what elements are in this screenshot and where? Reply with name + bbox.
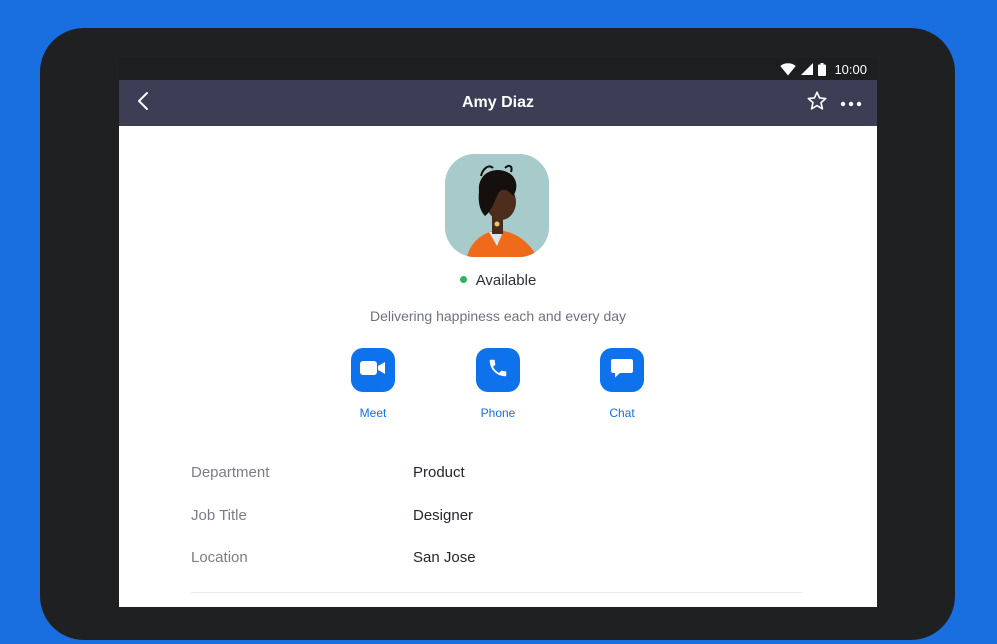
detail-key: Department [191, 464, 270, 481]
detail-row-job-title: Job Title Designer [191, 507, 811, 531]
more-options-button[interactable] [837, 90, 865, 116]
avatar [445, 154, 549, 257]
meet-icon-tile [351, 348, 395, 392]
meet-button[interactable]: Meet [338, 348, 408, 420]
app-screen: 10:00 Amy Diaz Available Delivering happ… [119, 58, 877, 607]
phone-button[interactable]: Phone [463, 348, 533, 420]
status-time: 10:00 [834, 61, 867, 77]
phone-icon-tile [476, 348, 520, 392]
detail-key: Job Title [191, 507, 247, 524]
presence-dot-icon [459, 276, 467, 283]
chat-label: Chat [609, 406, 635, 420]
chat-icon-tile [600, 348, 644, 392]
detail-row-department: Department Product [191, 464, 811, 488]
presence-status: Available [119, 272, 877, 289]
detail-row-location: Location San Jose [191, 549, 811, 573]
more-horizontal-icon [840, 94, 862, 112]
detail-key: Location [191, 549, 248, 566]
phone-label: Phone [480, 406, 516, 420]
detail-value: Product [413, 464, 465, 481]
status-message: Delivering happiness each and every day [369, 308, 627, 324]
wifi-icon [780, 62, 797, 76]
star-outline-icon [806, 90, 828, 117]
video-camera-icon [360, 360, 386, 381]
chat-bubble-icon [610, 357, 634, 384]
detail-value: Designer [413, 507, 474, 524]
meet-label: Meet [359, 406, 387, 420]
app-header: Amy Diaz [119, 80, 877, 126]
status-bar: 10:00 [119, 58, 877, 80]
detail-value: San Jose [413, 549, 476, 566]
favorite-button[interactable] [804, 90, 830, 116]
phone-icon [487, 357, 509, 384]
chat-button[interactable]: Chat [587, 348, 657, 420]
presence-label: Available [475, 272, 537, 289]
divider [191, 592, 803, 593]
page-title: Amy Diaz [461, 94, 535, 111]
battery-icon [818, 62, 827, 76]
signal-icon [801, 63, 814, 75]
